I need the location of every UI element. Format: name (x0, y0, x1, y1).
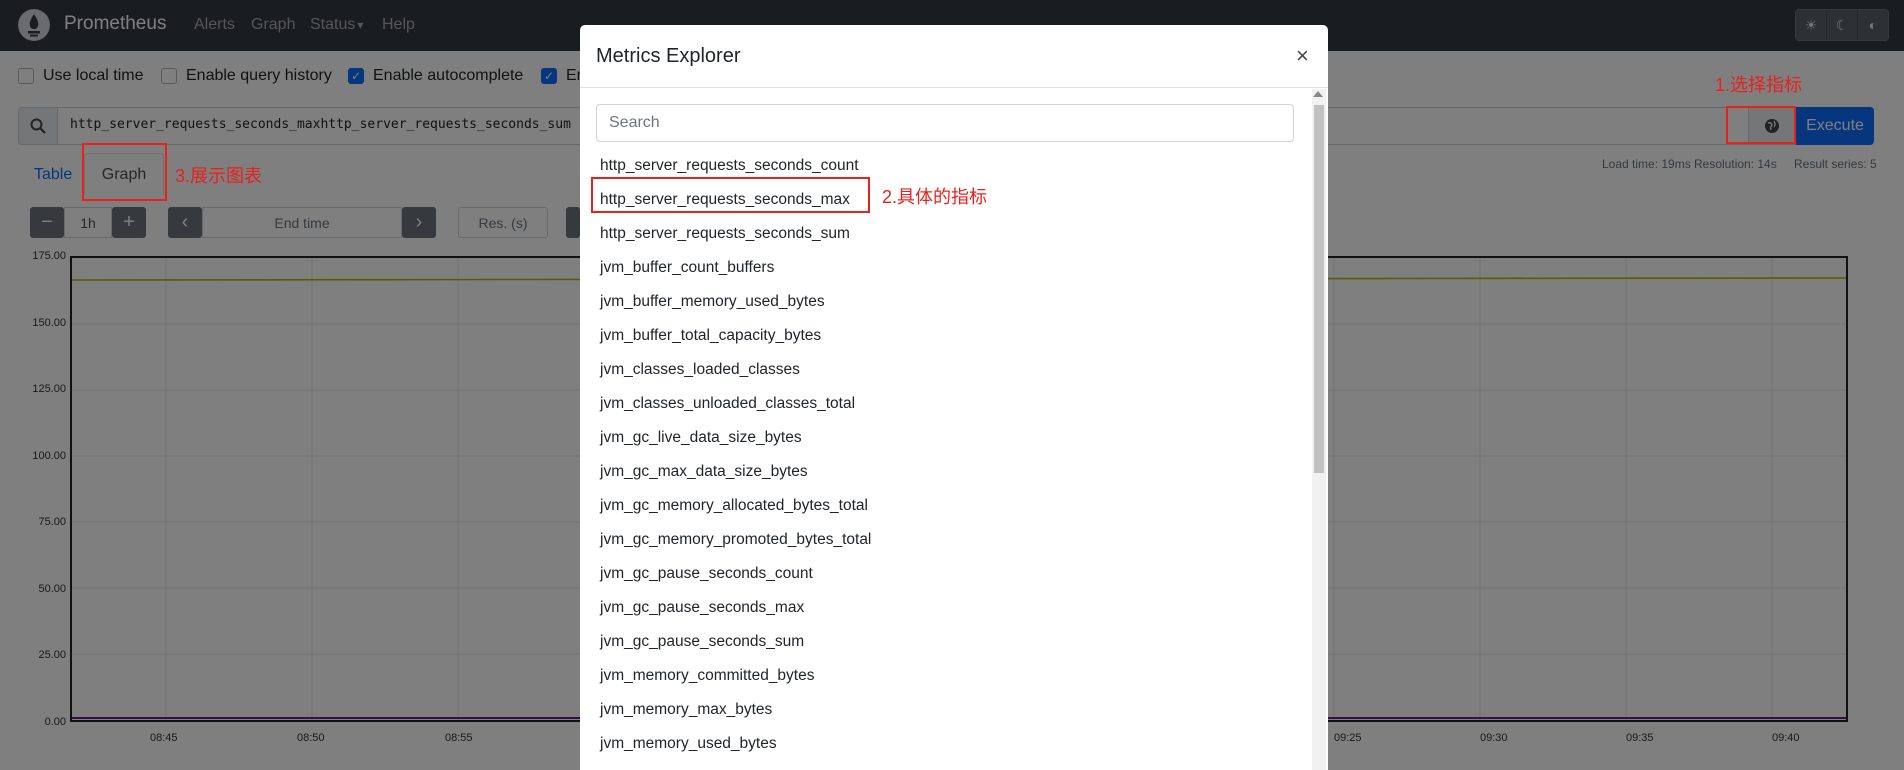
list-item[interactable]: jvm_gc_pause_seconds_count (600, 557, 1290, 591)
list-item[interactable]: jvm_buffer_memory_used_bytes (600, 285, 1290, 319)
annotation-box-metric (591, 177, 870, 213)
list-item[interactable]: jvm_gc_pause_seconds_sum (600, 625, 1290, 659)
annotation-step2: 2.具体的指标 (882, 187, 988, 207)
list-item[interactable]: jvm_gc_memory_promoted_bytes_total (600, 523, 1290, 557)
list-item[interactable]: jvm_buffer_count_buffers (600, 251, 1290, 285)
list-item[interactable]: jvm_threads_daemon_threads (600, 761, 1290, 770)
list-item[interactable]: jvm_gc_pause_seconds_max (600, 591, 1290, 625)
list-item[interactable]: jvm_buffer_total_capacity_bytes (600, 319, 1290, 353)
list-item[interactable]: jvm_memory_used_bytes (600, 727, 1290, 761)
list-item[interactable]: jvm_gc_max_data_size_bytes (600, 455, 1290, 489)
metric-search-input[interactable] (596, 104, 1294, 142)
metric-list: http_server_requests_seconds_count http_… (600, 149, 1290, 770)
metrics-explorer-modal: Metrics Explorer × http_server_requests_… (580, 25, 1328, 770)
list-item[interactable]: jvm_memory_max_bytes (600, 693, 1290, 727)
scrollbar-thumb[interactable] (1314, 105, 1324, 473)
list-item[interactable]: jvm_classes_loaded_classes (600, 353, 1290, 387)
list-item[interactable]: jvm_classes_unloaded_classes_total (600, 387, 1290, 421)
annotation-step3: 3.展示图表 (175, 166, 263, 186)
list-item[interactable]: http_server_requests_seconds_sum (600, 217, 1290, 251)
list-item[interactable]: jvm_gc_memory_allocated_bytes_total (600, 489, 1290, 523)
annotation-box-explorer (1726, 106, 1796, 144)
modal-header: Metrics Explorer × (580, 25, 1328, 88)
list-item[interactable]: jvm_memory_committed_bytes (600, 659, 1290, 693)
annotation-box-graph-tab (82, 143, 167, 201)
scroll-up-icon[interactable] (1313, 91, 1323, 97)
annotation-step1: 1.选择指标 (1715, 75, 1803, 95)
list-item[interactable]: jvm_gc_live_data_size_bytes (600, 421, 1290, 455)
close-icon[interactable]: × (1296, 43, 1309, 69)
modal-title: Metrics Explorer (596, 45, 741, 67)
